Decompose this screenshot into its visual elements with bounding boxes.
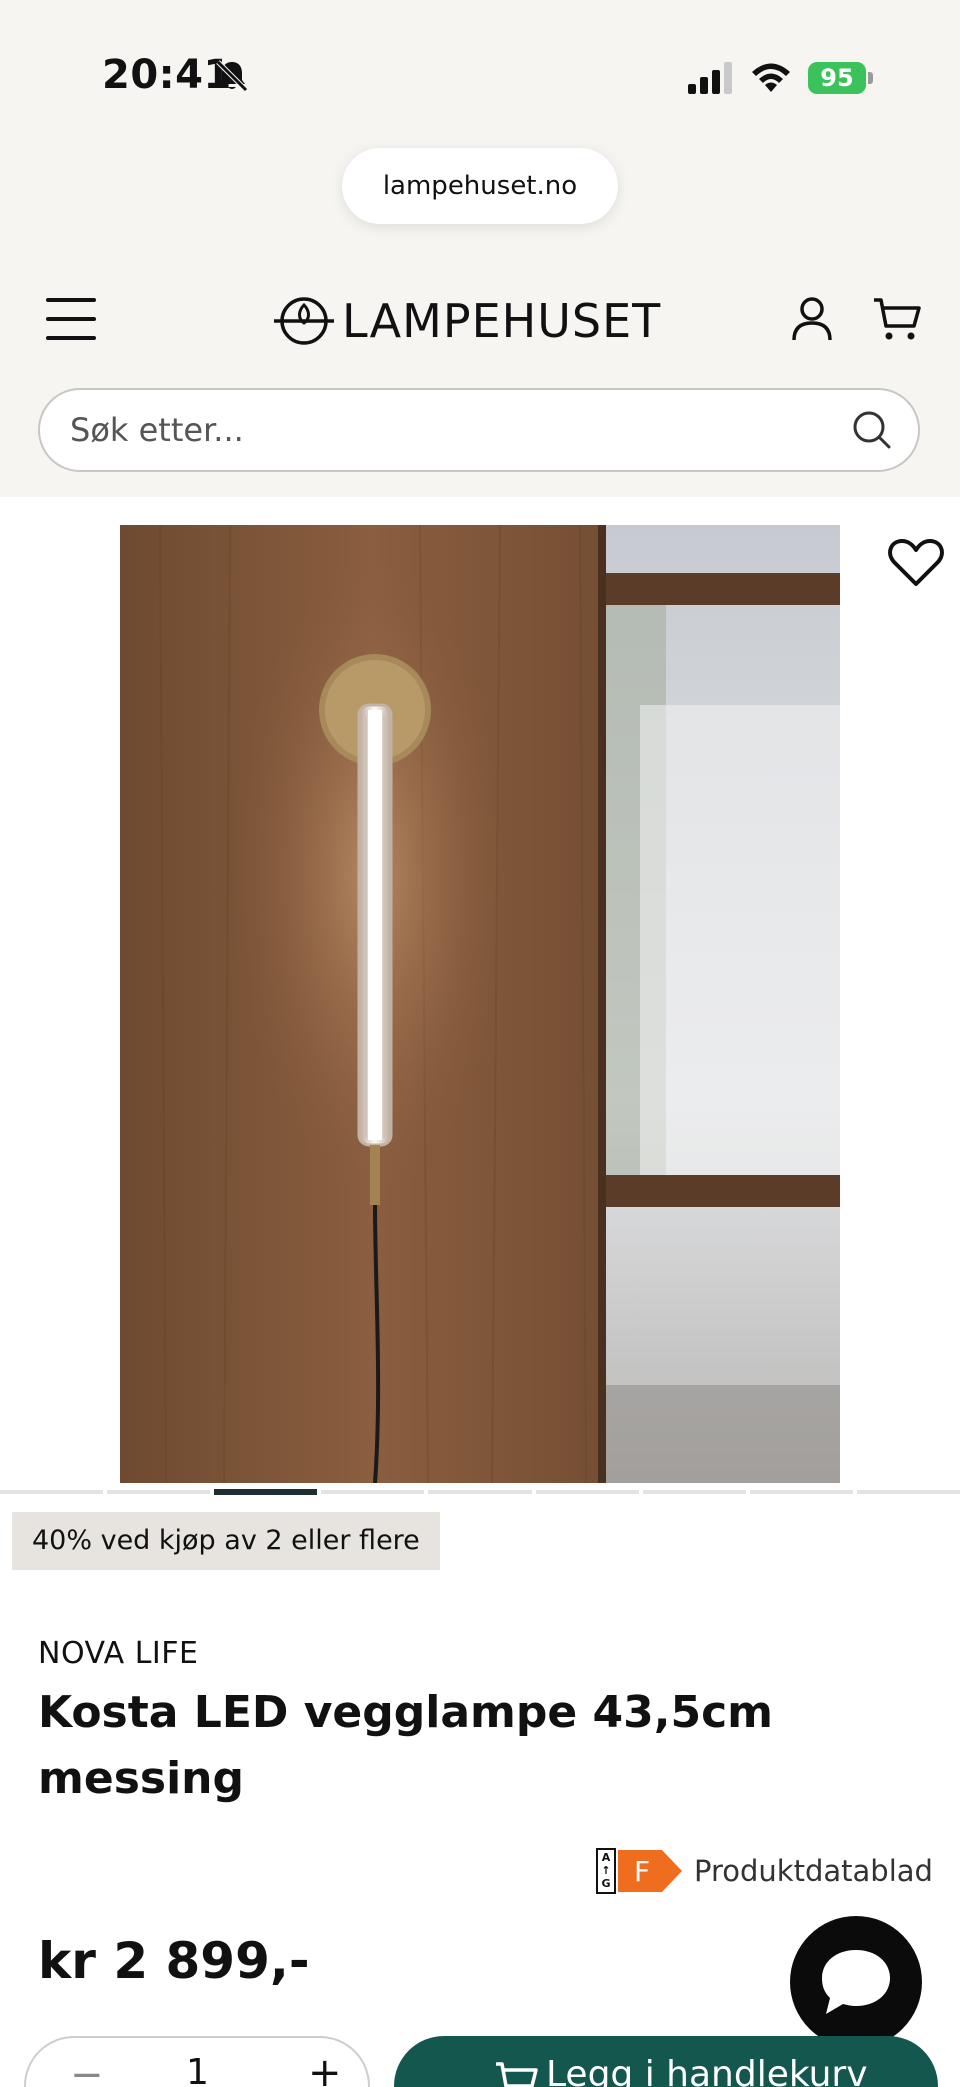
cart-icon: [496, 2062, 538, 2087]
battery-indicator: 95: [808, 62, 873, 94]
search-bar[interactable]: [38, 388, 920, 472]
product-title: Kosta LED vegglampe 43,5cm messing: [38, 1687, 774, 1804]
gallery-dot[interactable]: [0, 1490, 104, 1494]
account-icon[interactable]: [790, 296, 834, 342]
quantity-decrease-button[interactable]: −: [70, 2052, 104, 2087]
gallery-dot[interactable]: [428, 1490, 532, 1494]
gallery-dot[interactable]: [856, 1490, 960, 1494]
search-icon[interactable]: [852, 410, 892, 450]
product-gallery[interactable]: [0, 497, 960, 1495]
site-logo[interactable]: LAMPEHUSET: [274, 290, 661, 352]
gallery-dot[interactable]: [107, 1490, 211, 1494]
gallery-dot[interactable]: [642, 1490, 746, 1494]
search-input[interactable]: [70, 390, 830, 470]
add-to-cart-label: Legg i handlekurv: [546, 2054, 868, 2087]
hamburger-menu-icon[interactable]: [46, 296, 96, 342]
wishlist-heart-icon[interactable]: [888, 538, 944, 588]
product-image[interactable]: [120, 525, 840, 1483]
chat-button[interactable]: [790, 1916, 922, 2048]
battery-cap: [868, 72, 873, 84]
bell-muted-icon: [216, 60, 248, 92]
status-time: 20:41: [102, 52, 232, 98]
brand-name: LAMPEHUSET: [342, 294, 662, 348]
cart-icon[interactable]: [872, 296, 922, 342]
quantity-stepper[interactable]: − 1 +: [24, 2036, 370, 2087]
gallery-dot[interactable]: [321, 1490, 425, 1494]
quantity-increase-button[interactable]: +: [308, 2050, 342, 2087]
energy-label[interactable]: A ↑ G F Produktdatablad: [596, 1846, 933, 1896]
add-to-cart-button[interactable]: Legg i handlekurv: [394, 2036, 938, 2087]
gallery-dot[interactable]: [535, 1490, 639, 1494]
gallery-dot[interactable]: [749, 1490, 853, 1494]
energy-scale-icon: A ↑ G: [596, 1848, 616, 1894]
cellular-signal-icon: [688, 62, 732, 94]
product-brand[interactable]: NOVA LIFE: [38, 1636, 198, 1671]
address-bar[interactable]: lampehuset.no: [342, 148, 618, 224]
quantity-value[interactable]: 1: [186, 2052, 209, 2087]
gallery-dot-active[interactable]: [214, 1489, 318, 1495]
energy-class: F: [634, 1855, 650, 1888]
lamp-logo-icon: [274, 297, 334, 345]
energy-class-arrow: F: [618, 1850, 682, 1892]
battery-level: 95: [808, 62, 866, 94]
wifi-icon: [752, 63, 790, 92]
product-price: kr 2 899,-: [38, 1932, 310, 1990]
status-bar: 20:41 95: [0, 0, 960, 150]
datasheet-link[interactable]: Produktdatablad: [694, 1854, 933, 1888]
gallery-pagination: [0, 1489, 960, 1495]
chat-bubble-icon: [822, 1950, 890, 2014]
promo-badge: 40% ved kjøp av 2 eller flere: [12, 1512, 440, 1570]
